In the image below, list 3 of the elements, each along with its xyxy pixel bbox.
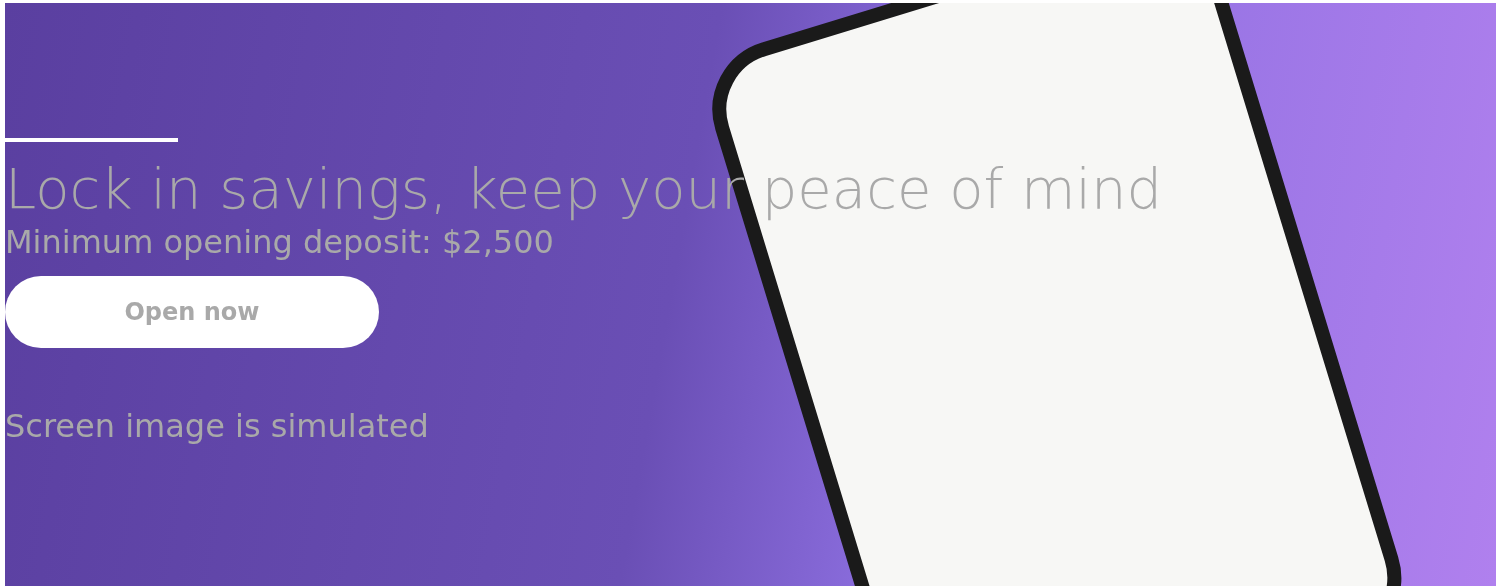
disclaimer-text: Screen image is simulated bbox=[5, 406, 429, 446]
open-now-button[interactable]: Open now bbox=[5, 276, 379, 348]
hero-subheading: Minimum opening deposit: $2,500 bbox=[5, 222, 554, 262]
